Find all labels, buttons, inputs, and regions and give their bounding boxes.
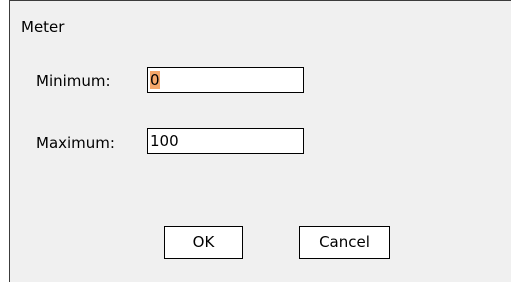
cancel-button[interactable]: Cancel [299, 226, 390, 259]
maximum-label: Maximum: [36, 134, 115, 152]
maximum-input[interactable]: 100 [147, 128, 304, 154]
meter-dialog: Meter Minimum: 0 Maximum: 100 OK Cancel [9, 0, 511, 282]
maximum-value: 100 [150, 132, 179, 150]
dialog-title: Meter [21, 18, 65, 36]
ok-button[interactable]: OK [164, 226, 243, 259]
minimum-value: 0 [150, 71, 160, 89]
minimum-input[interactable]: 0 [147, 67, 304, 93]
minimum-label: Minimum: [36, 72, 111, 90]
